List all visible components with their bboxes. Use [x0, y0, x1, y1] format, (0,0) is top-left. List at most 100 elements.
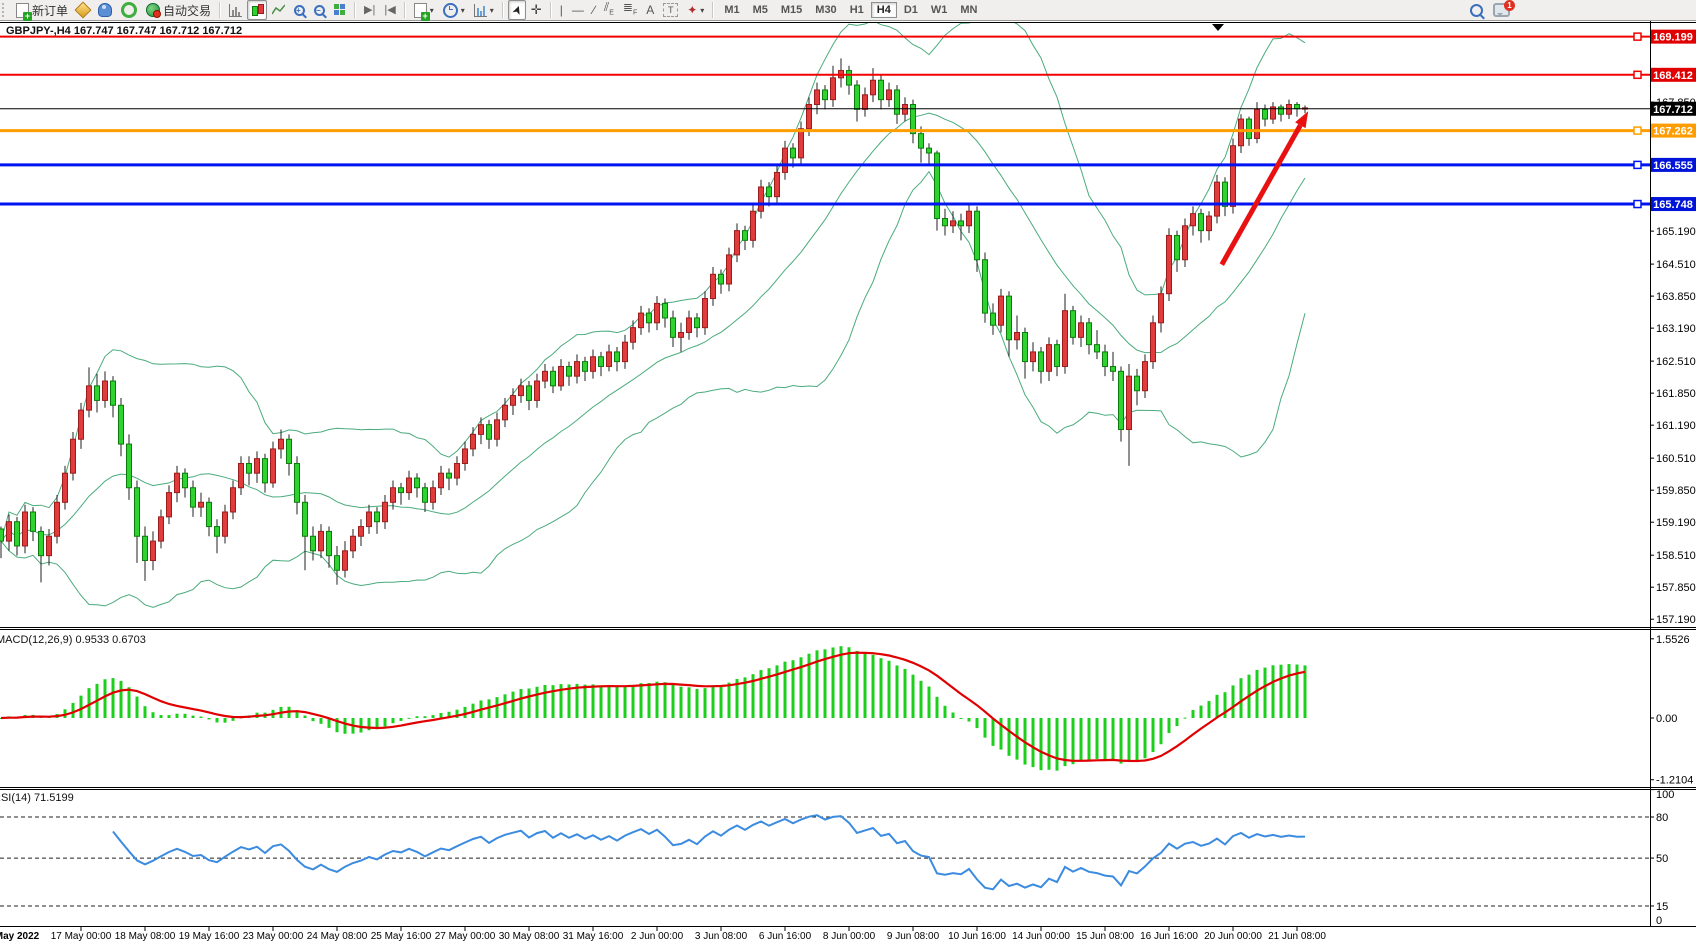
- candle: [527, 386, 532, 401]
- equidistant-channel-icon: ⫽E: [604, 0, 614, 20]
- svg-text:167.712: 167.712: [1653, 104, 1693, 116]
- new-chart-button[interactable]: +▾: [410, 0, 438, 20]
- arrow-objects-tool[interactable]: ✦▾: [683, 0, 708, 20]
- text-label-tool[interactable]: T: [659, 0, 682, 20]
- auto-scroll-button[interactable]: ▶|: [360, 0, 379, 20]
- candle: [983, 260, 988, 313]
- candle: [855, 85, 860, 109]
- tab-timeframe-h1[interactable]: H1: [844, 2, 870, 18]
- chart-shift-icon: |◀: [384, 4, 395, 16]
- vertical-line-tool[interactable]: |: [556, 0, 567, 20]
- candle: [263, 459, 268, 483]
- candle: [1191, 214, 1196, 226]
- candle: [1031, 352, 1036, 362]
- svg-text:17 May 00:00: 17 May 00:00: [51, 931, 112, 942]
- candle: [1007, 296, 1012, 340]
- bar-chart-button[interactable]: [225, 0, 246, 20]
- candle: [599, 357, 604, 367]
- candle: [367, 512, 372, 527]
- tab-timeframe-d1[interactable]: D1: [898, 2, 924, 18]
- svg-text:23 May 00:00: 23 May 00:00: [243, 931, 304, 942]
- tab-timeframe-m15[interactable]: M15: [775, 2, 808, 18]
- svg-text:159.190: 159.190: [1656, 517, 1696, 529]
- tab-timeframe-mn[interactable]: MN: [954, 2, 983, 18]
- symbol-ohlc-label: GBPJPY-,H4 167.747 167.747 167.712 167.7…: [6, 25, 242, 37]
- candle: [119, 405, 124, 444]
- candle: [1175, 235, 1180, 259]
- candle: [1095, 345, 1100, 352]
- candle: [1103, 352, 1108, 367]
- tab-timeframe-m5[interactable]: M5: [747, 2, 774, 18]
- candle: [423, 488, 428, 503]
- candle: [199, 502, 204, 507]
- candle: [991, 313, 996, 325]
- candle: [575, 362, 580, 377]
- candle: [975, 211, 980, 260]
- candle: [727, 255, 732, 284]
- equidistant-channel-tool[interactable]: ⫽E: [600, 0, 618, 20]
- line-chart-button[interactable]: [268, 0, 289, 20]
- candle: [703, 299, 708, 328]
- candle: [359, 527, 364, 537]
- signals-button[interactable]: [117, 0, 141, 20]
- templates-button[interactable]: ▾: [470, 0, 498, 20]
- svg-text:160.510: 160.510: [1656, 453, 1696, 465]
- navigator-button[interactable]: [94, 0, 116, 20]
- horizontal-line-tool[interactable]: —: [568, 0, 588, 20]
- text-tool[interactable]: A: [642, 0, 658, 20]
- chat-icon[interactable]: 1: [1493, 3, 1510, 17]
- svg-text:159.850: 159.850: [1656, 485, 1696, 497]
- period-button[interactable]: ▾: [439, 0, 469, 20]
- candle: [31, 512, 36, 531]
- search-icon[interactable]: [1470, 4, 1483, 17]
- candle: [1183, 226, 1188, 260]
- tab-timeframe-m1[interactable]: M1: [718, 2, 745, 18]
- candle: [215, 527, 220, 537]
- crosshair-tool-button[interactable]: ✛: [527, 0, 546, 20]
- candle: [1039, 352, 1044, 371]
- svg-text:163.850: 163.850: [1656, 291, 1696, 303]
- cursor-tool-button[interactable]: ➤: [508, 0, 526, 20]
- trend-line-tool[interactable]: ∕: [589, 0, 599, 20]
- candle: [319, 531, 324, 550]
- candle: [583, 362, 588, 372]
- tile-windows-button[interactable]: [330, 0, 350, 20]
- toolbar-grip[interactable]: [2, 3, 9, 17]
- chart-shift-button[interactable]: |◀: [380, 0, 399, 20]
- candle: [687, 318, 692, 333]
- cursor-icon: ➤: [509, 3, 524, 17]
- new-order-button[interactable]: + 新订单: [12, 0, 72, 20]
- candle: [831, 78, 836, 100]
- tab-timeframe-h4[interactable]: H4: [871, 2, 897, 18]
- candle: [159, 517, 164, 541]
- candle: [631, 328, 636, 343]
- svg-text:16 Jun 16:00: 16 Jun 16:00: [1140, 931, 1198, 942]
- candle: [167, 493, 172, 517]
- market-watch-button[interactable]: [73, 0, 93, 20]
- chart-area[interactable]: GBPJPY-,H4 167.747 167.747 167.712 167.7…: [0, 0, 1696, 944]
- trend-line-icon: ∕: [593, 3, 595, 17]
- tab-timeframe-w1[interactable]: W1: [925, 2, 954, 18]
- tab-timeframe-m30[interactable]: M30: [809, 2, 842, 18]
- candle: [127, 444, 132, 488]
- candle: [103, 381, 108, 400]
- zoom-in-button[interactable]: +: [290, 0, 309, 20]
- auto-trading-button[interactable]: 自动交易: [142, 0, 215, 20]
- svg-text:9 Jun 08:00: 9 Jun 08:00: [887, 931, 940, 942]
- candlestick-chart-button[interactable]: [247, 0, 267, 20]
- svg-text:166.555: 166.555: [1653, 160, 1693, 172]
- fibonacci-tool[interactable]: ≣F: [619, 0, 641, 20]
- text-icon: A: [646, 3, 654, 17]
- candle: [1239, 119, 1244, 146]
- svg-text:163.190: 163.190: [1656, 323, 1696, 335]
- new-order-icon: +: [16, 3, 29, 18]
- candle: [207, 502, 212, 526]
- zoom-out-button[interactable]: −: [310, 0, 329, 20]
- candle: [183, 473, 188, 488]
- candle: [1287, 104, 1292, 114]
- candle: [431, 488, 436, 503]
- candle: [375, 512, 380, 522]
- candle: [759, 187, 764, 211]
- candle: [71, 439, 76, 473]
- tile-windows-icon: [334, 4, 346, 16]
